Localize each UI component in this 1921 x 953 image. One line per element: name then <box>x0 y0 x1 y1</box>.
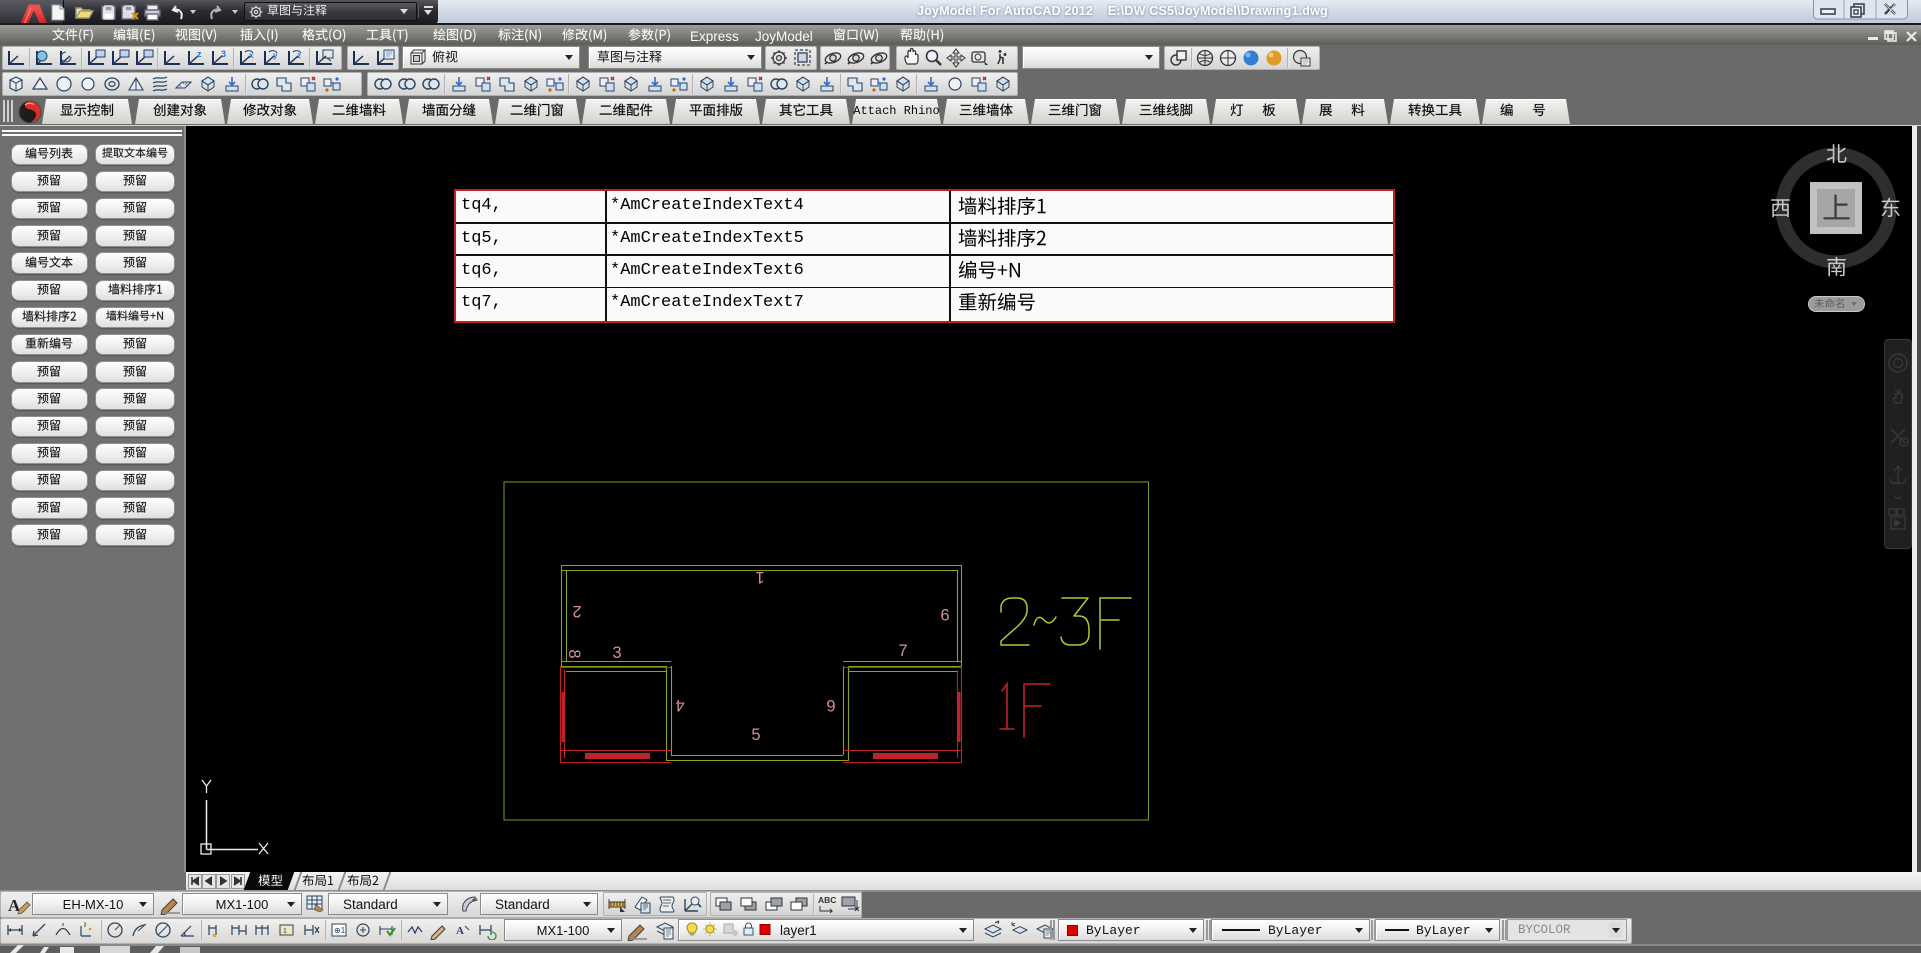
svg-text:5: 5 <box>751 726 760 744</box>
svg-text:x: x <box>84 921 87 927</box>
svg-text:7: 7 <box>898 642 907 660</box>
svg-text:ABC: ABC <box>818 895 836 905</box>
svg-text:2: 2 <box>572 602 581 620</box>
svg-text:1: 1 <box>755 568 764 586</box>
svg-text:6: 6 <box>826 696 835 714</box>
svg-text:1: 1 <box>283 928 287 935</box>
svg-text:A: A <box>456 925 464 937</box>
svg-text:8: 8 <box>565 649 583 658</box>
svg-text:9: 9 <box>940 605 949 623</box>
svg-text:⊕1: ⊕1 <box>334 926 346 935</box>
svg-text:3: 3 <box>612 644 621 662</box>
svg-text:4: 4 <box>675 696 684 714</box>
